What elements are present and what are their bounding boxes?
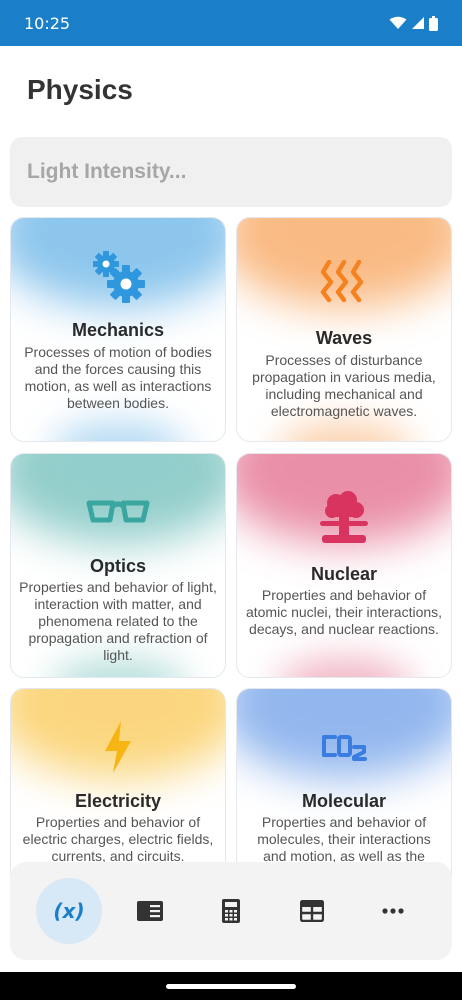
card-glow <box>51 421 187 441</box>
variable-icon: (x) <box>53 899 85 923</box>
nav-item-calculator[interactable] <box>198 878 264 944</box>
nav-item-table[interactable] <box>279 878 345 944</box>
waves-icon <box>320 259 364 303</box>
card-nuclear[interactable]: Nuclear Properties and behavior of atomi… <box>236 453 452 678</box>
card-glow <box>277 421 413 441</box>
co2-icon <box>322 735 367 761</box>
system-navigation-bar <box>0 972 462 1000</box>
card-electricity[interactable]: Electricity Properties and behavior of e… <box>10 688 226 888</box>
card-glow <box>277 657 413 677</box>
card-molecular[interactable]: Molecular Properties and behavior of mol… <box>236 688 452 888</box>
card-title: Optics <box>89 556 146 576</box>
card-title: Electricity <box>74 791 162 811</box>
card-waves[interactable]: Waves Processes of disturbance propagati… <box>236 217 452 442</box>
card-description: Properties and behavior of atomic nuclei… <box>245 587 443 637</box>
card-description: Properties and behavior of light, intera… <box>19 579 217 663</box>
nav-item-variables[interactable]: (x) <box>36 878 102 944</box>
card-description: Properties and behavior of molecules, th… <box>257 814 431 864</box>
card-mechanics[interactable]: Mechanics Processes of motion of bodies … <box>10 217 226 442</box>
nav-item-reader[interactable] <box>117 878 183 944</box>
glasses-icon <box>86 500 150 523</box>
card-title: Nuclear <box>310 564 378 584</box>
card-description: Processes of motion of bodies and the fo… <box>24 344 212 411</box>
mushroom-cloud-icon <box>320 491 368 543</box>
gears-icon <box>93 251 145 303</box>
card-optics[interactable]: Optics Properties and behavior of light,… <box>10 453 226 678</box>
card-title: Molecular <box>301 791 387 811</box>
card-description: Processes of disturbance propagation in … <box>252 352 436 419</box>
card-description: Properties and behavior of electric char… <box>22 814 214 864</box>
category-grid: Mechanics Processes of motion of bodies … <box>0 0 462 1000</box>
reader-icon <box>137 901 163 921</box>
nav-item-more[interactable] <box>360 878 426 944</box>
home-handle[interactable] <box>166 984 296 989</box>
card-title: Mechanics <box>71 320 165 340</box>
card-title: Waves <box>315 328 373 348</box>
bottom-nav: (x) <box>10 862 452 960</box>
calculator-icon <box>222 899 240 923</box>
more-icon <box>382 908 404 914</box>
lightning-icon <box>105 721 131 773</box>
table-icon <box>300 900 324 922</box>
